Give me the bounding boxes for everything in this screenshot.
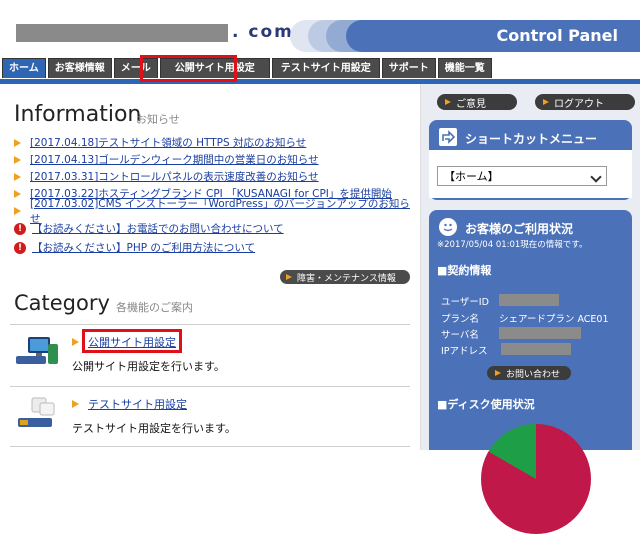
shortcut-select-value: 【ホーム】 bbox=[444, 170, 499, 183]
arrow-icon bbox=[495, 370, 501, 376]
divider bbox=[10, 324, 410, 325]
tab-customer-info[interactable]: お客様情報 bbox=[47, 58, 112, 78]
news-item: [2017.03.02]CMS インストーラー「WordPress」のバージョン… bbox=[14, 198, 414, 225]
shortcut-select[interactable]: 【ホーム】 bbox=[437, 166, 607, 186]
face-icon bbox=[439, 218, 457, 236]
control-panel-logo: Control Panel bbox=[496, 26, 618, 45]
arrow-icon bbox=[445, 99, 451, 105]
ip-address-label: IPアドレス bbox=[441, 346, 488, 357]
banner-main: Control Panel bbox=[346, 20, 640, 52]
notice-link[interactable]: 【お読みください】PHP のご利用方法について bbox=[32, 240, 255, 255]
control-panel-banner: Control Panel bbox=[290, 20, 640, 52]
arrow-icon bbox=[14, 155, 21, 164]
user-id-label: ユーザーID bbox=[441, 297, 489, 308]
arrow-icon bbox=[286, 274, 292, 280]
chevron-down-icon bbox=[590, 171, 602, 183]
news-link[interactable]: [2017.04.18]テストサイト領域の HTTPS 対応のお知らせ bbox=[30, 135, 306, 150]
usage-title: お客様のご利用状況 bbox=[465, 222, 574, 236]
disk-usage-title: ■ディスク使用状況 bbox=[437, 398, 535, 411]
shortcut-icon bbox=[439, 128, 457, 146]
server-label: サーバ名 bbox=[441, 330, 479, 341]
arrow-icon bbox=[72, 400, 79, 408]
divider bbox=[10, 386, 410, 387]
computer-icon bbox=[14, 334, 62, 370]
redacted-server-name bbox=[499, 327, 581, 339]
plan-label: プラン名 bbox=[441, 314, 480, 325]
arrow-icon bbox=[14, 172, 21, 181]
arrow-icon bbox=[543, 99, 549, 105]
category-link-row: テストサイト用設定 bbox=[72, 396, 187, 412]
redacted-domain bbox=[16, 24, 228, 42]
tab-test-site-settings[interactable]: テストサイト用設定 bbox=[271, 58, 380, 78]
notice-link[interactable]: 【お読みください】お電話でのお問い合わせについて bbox=[32, 221, 284, 236]
header: . com Control Panel bbox=[0, 0, 640, 58]
tab-support[interactable]: サポート bbox=[381, 58, 436, 78]
exclamation-icon: ! bbox=[14, 241, 26, 254]
disk-usage-pie bbox=[481, 424, 591, 534]
information-title: Information bbox=[14, 102, 142, 127]
contact-label: お問い合わせ bbox=[506, 369, 561, 380]
usage-timestamp: ※2017/05/04 01:01現在の情報です。 bbox=[437, 240, 588, 250]
opinion-label: ご意見 bbox=[456, 98, 486, 110]
highlight-box bbox=[140, 55, 237, 82]
test-site-settings-link[interactable]: テストサイト用設定 bbox=[88, 396, 187, 412]
category-title: Category bbox=[14, 291, 110, 315]
contract-info-title: ■契約情報 bbox=[437, 264, 492, 277]
plan-value: シェアードプラン ACE01 bbox=[499, 314, 609, 325]
public-site-settings-description: 公開サイト用設定を行います。 bbox=[72, 360, 225, 373]
news-item: [2017.04.13]ゴールデンウィーク期間中の営業日のお知らせ bbox=[14, 151, 414, 168]
arrow-icon bbox=[14, 189, 21, 198]
notice-item: ! 【お読みください】PHP のご利用方法について bbox=[14, 238, 414, 257]
category-item-public-site: 公開サイト用設定 公開サイト用設定を行います。 bbox=[0, 326, 420, 386]
opinion-button[interactable]: ご意見 bbox=[437, 94, 517, 110]
main-tabs: ホーム お客様情報 メール 公開サイト用設定 テストサイト用設定 サポート 機能… bbox=[0, 58, 640, 80]
logout-button[interactable]: ログアウト bbox=[535, 94, 635, 110]
redacted-ip-address bbox=[501, 343, 571, 355]
arrow-icon bbox=[14, 206, 21, 215]
category-item-test-site: テストサイト用設定 テストサイト用設定を行います。 bbox=[0, 388, 420, 448]
sidebar: ご意見 ログアウト ショートカットメニュー 【ホーム】 お客様のご利用状況 ※2… bbox=[421, 84, 640, 534]
tab-home[interactable]: ホーム bbox=[2, 58, 46, 78]
news-link[interactable]: [2017.03.31]コントロールパネルの表示速度改善のお知らせ bbox=[30, 169, 319, 184]
redacted-user-id bbox=[499, 294, 559, 306]
test-site-icon bbox=[14, 396, 62, 432]
news-item: [2017.03.31]コントロールパネルの表示速度改善のお知らせ bbox=[14, 168, 414, 185]
arrow-icon bbox=[14, 138, 21, 147]
information-subtitle: お知らせ bbox=[136, 113, 180, 126]
shortcut-menu-title: ショートカットメニュー bbox=[465, 132, 598, 146]
exclamation-icon: ! bbox=[14, 222, 26, 235]
divider bbox=[10, 446, 410, 447]
main-content: Information お知らせ [2017.04.18]テストサイト領域の H… bbox=[0, 84, 421, 450]
news-item: [2017.04.18]テストサイト領域の HTTPS 対応のお知らせ bbox=[14, 134, 414, 151]
test-site-settings-description: テストサイト用設定を行います。 bbox=[72, 422, 236, 435]
category-subtitle: 各機能のご案内 bbox=[116, 301, 193, 314]
logout-label: ログアウト bbox=[554, 98, 604, 110]
highlight-box bbox=[82, 329, 182, 353]
arrow-icon bbox=[72, 338, 79, 346]
maintenance-info-button[interactable]: 障害・メンテナンス情報 bbox=[280, 270, 410, 284]
contact-button[interactable]: お問い合わせ bbox=[487, 366, 571, 380]
tab-function-list[interactable]: 機能一覧 bbox=[437, 58, 492, 78]
usage-panel: お客様のご利用状況 ※2017/05/04 01:01現在の情報です。 ■契約情… bbox=[429, 210, 632, 450]
maintenance-info-label: 障害・メンテナンス情報 bbox=[297, 273, 396, 284]
news-link[interactable]: [2017.04.13]ゴールデンウィーク期間中の営業日のお知らせ bbox=[30, 152, 319, 167]
news-list: [2017.04.18]テストサイト領域の HTTPS 対応のお知らせ [201… bbox=[14, 134, 414, 257]
domain-suffix: . com bbox=[232, 22, 294, 42]
